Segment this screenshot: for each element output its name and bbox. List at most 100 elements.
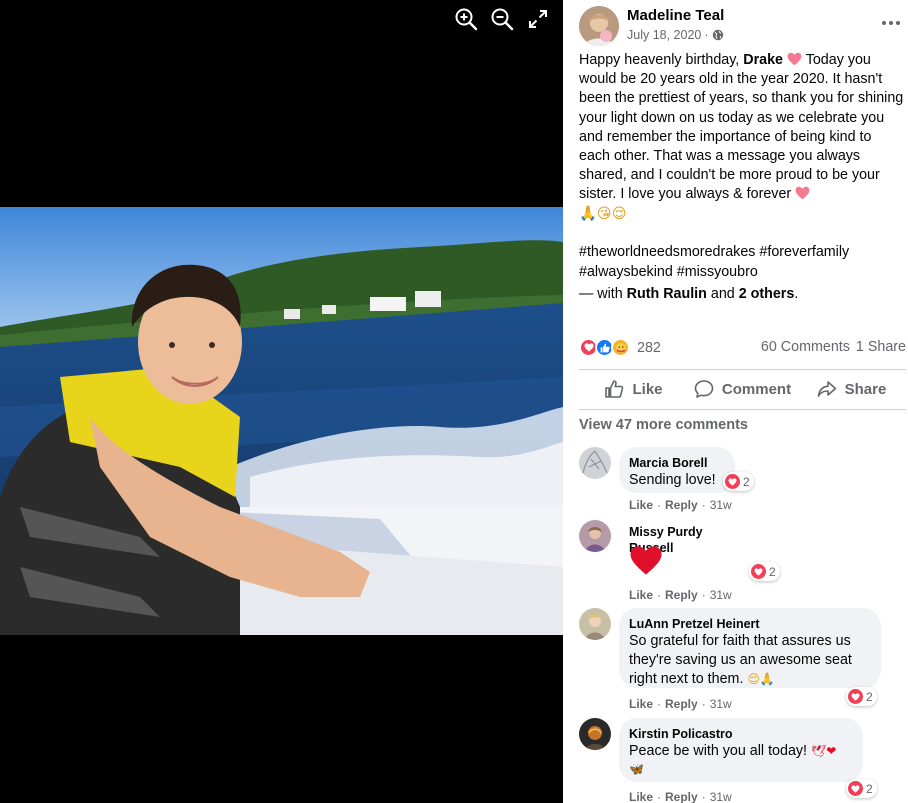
love-reaction-icon (725, 474, 740, 489)
zoom-in-icon[interactable] (453, 6, 479, 32)
love-reaction-icon (848, 689, 863, 704)
commenter-avatar[interactable] (579, 447, 611, 479)
post-actions: Like Comment Share (579, 370, 906, 408)
commenter-avatar[interactable] (579, 520, 611, 552)
commenter-name[interactable]: Kirstin Policastro (629, 726, 851, 742)
view-more-comments-link[interactable]: View 47 more comments (579, 417, 748, 433)
comment-text: Peace be with you all today! 🕊❤ (629, 742, 851, 761)
post-text-body: Today you would be 20 years old in the y… (579, 52, 904, 203)
heart-sticker: ❤ (629, 545, 663, 581)
post-text: Happy heavenly birthday, Drake Today you… (579, 51, 904, 224)
commenter-name[interactable]: Marcia Borell (629, 455, 723, 471)
comment-actions: Like · Reply · 31w (629, 498, 732, 512)
comment-reaction-count: 2 (769, 564, 776, 579)
comment-emoji: 😌🙏 (747, 672, 775, 686)
comment-emoji: 🕊❤ (811, 744, 837, 758)
comment-button[interactable]: Comment (688, 370, 797, 408)
comment-text-body: So grateful for faith that assures us th… (629, 633, 852, 687)
comment-label: Comment (721, 380, 792, 398)
comment-dot: · (701, 790, 706, 803)
comment-dot: · (701, 588, 706, 602)
post-header: Madeline Teal July 18, 2020 · (579, 6, 900, 46)
comment-text: So grateful for faith that assures us th… (629, 632, 869, 689)
comment-bubble-icon (694, 380, 714, 398)
comment-time[interactable]: 31w (710, 498, 732, 512)
mention-drake[interactable]: Drake (743, 52, 783, 68)
post-photo[interactable] (0, 207, 563, 635)
meta-separator: · (704, 28, 709, 42)
comment-item: Kirstin Policastro Peace be with you all… (579, 718, 906, 803)
commenter-name[interactable]: LuAnn Pretzel Heinert (629, 616, 869, 632)
share-button[interactable]: Share (797, 370, 906, 408)
comment-reply-link[interactable]: Reply (665, 588, 698, 602)
comment-reaction-count: 2 (866, 781, 873, 796)
tagged-person[interactable]: Ruth Raulin (627, 286, 707, 302)
comment-item: Missy Purdy Russell ❤ 2 Like · Reply · 3… (579, 520, 906, 608)
comment-like-link[interactable]: Like (629, 697, 653, 711)
comment-bubble: LuAnn Pretzel Heinert So grateful for fa… (619, 608, 881, 688)
commenter-avatar[interactable] (579, 718, 611, 750)
viewer-toolbar (453, 6, 551, 32)
share-arrow-icon (817, 381, 836, 397)
zoom-out-icon[interactable] (489, 6, 515, 32)
comment-dot: · (701, 498, 706, 512)
reaction-summary[interactable]: 282 (579, 338, 661, 357)
reaction-count: 282 (637, 339, 661, 356)
tagged-prefix: — with (579, 286, 627, 302)
love-reaction-icon (848, 781, 863, 796)
comment-time[interactable]: 31w (710, 588, 732, 602)
care-reaction-icon (611, 338, 630, 357)
like-button[interactable]: Like (579, 370, 688, 408)
post-text-start: Happy heavenly birthday, (579, 52, 744, 68)
author-avatar[interactable] (579, 6, 619, 46)
comment-time[interactable]: 31w (710, 697, 732, 711)
comment-like-link[interactable]: Like (629, 588, 653, 602)
comment-reaction-count: 2 (866, 689, 873, 704)
share-label: Share (844, 380, 887, 398)
tagged-and: and (706, 286, 739, 302)
commenter-avatar[interactable] (579, 608, 611, 640)
comments-count[interactable]: 60 Comments (761, 339, 850, 355)
comment-like-link[interactable]: Like (629, 790, 653, 803)
comment-dot: · (657, 790, 662, 803)
fullscreen-icon[interactable] (525, 6, 551, 32)
comment-reply-link[interactable]: Reply (665, 498, 698, 512)
comment-reaction-badge[interactable]: 2 (846, 779, 877, 798)
comment-actions: Like · Reply · 31w (629, 697, 732, 711)
thumbs-up-icon (605, 380, 624, 398)
divider-bottom (579, 409, 906, 410)
comment-reaction-badge[interactable]: 2 (846, 687, 877, 706)
more-options-icon[interactable] (879, 16, 903, 30)
comment-dot: · (657, 697, 662, 711)
comment-reply-link[interactable]: Reply (665, 790, 698, 803)
comment-reaction-badge[interactable]: 2 (723, 472, 754, 491)
post-panel: Madeline Teal July 18, 2020 · Happy heav… (563, 0, 908, 803)
like-label: Like (632, 380, 663, 398)
heart-emoji (787, 52, 802, 66)
author-name[interactable]: Madeline Teal (627, 7, 724, 24)
comment-like-link[interactable]: Like (629, 498, 653, 512)
comment-item: LuAnn Pretzel Heinert So grateful for fa… (579, 608, 906, 714)
post-hashtags[interactable]: #theworldneedsmoredrakes #foreverfamily … (579, 243, 904, 282)
photo-viewer (0, 0, 563, 803)
shares-count[interactable]: 1 Share (856, 339, 906, 355)
tagged-people: — with Ruth Raulin and 2 others. (579, 286, 798, 302)
comment-actions: Like · Reply · 31w (629, 588, 732, 602)
comment-text-body: Peace be with you all today! (629, 743, 808, 759)
comment-reaction-badge[interactable]: 2 (749, 562, 780, 581)
comment-time[interactable]: 31w (710, 790, 732, 803)
heart-emoji-2 (795, 187, 810, 200)
comment-reply-link[interactable]: Reply (665, 697, 698, 711)
tagged-end: . (794, 286, 799, 302)
engagement-counts: 60 Comments 1 Share (761, 339, 906, 355)
comment-bubble: Marcia Borell Sending love! (619, 447, 735, 493)
comment-actions: Like · Reply · 31w (629, 790, 732, 803)
tagged-others[interactable]: 2 others (739, 286, 795, 302)
post-date[interactable]: July 18, 2020 (627, 28, 701, 42)
love-reaction-icon (751, 564, 766, 579)
comment-bubble: Kirstin Policastro Peace be with you all… (619, 718, 863, 782)
post-meta: July 18, 2020 · (627, 28, 724, 42)
comment-bubble: Missy Purdy Russell (619, 520, 755, 555)
comment-dot: · (701, 697, 706, 711)
comment-dot: · (657, 588, 662, 602)
